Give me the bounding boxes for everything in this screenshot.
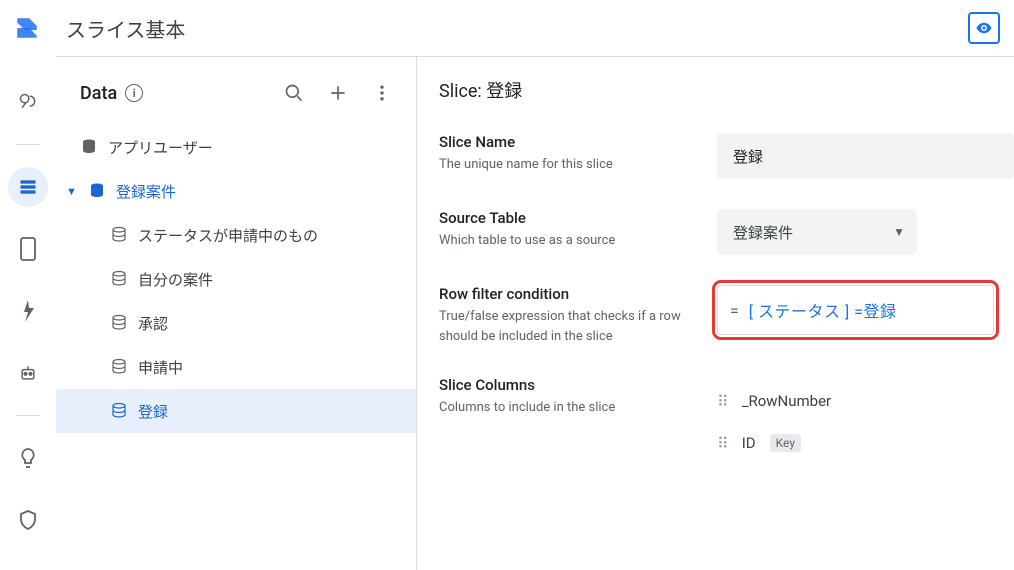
slice-item[interactable]: 承認 <box>56 301 416 345</box>
column-name: ID <box>742 434 756 452</box>
search-icon[interactable] <box>276 75 312 111</box>
caret-down-icon: ▼ <box>66 185 78 198</box>
data-tree: アプリユーザー ▼ 登録案件 ステータスが申請中のもの自分の案件承認申請中登録 <box>56 125 416 433</box>
slice-icon <box>110 358 128 376</box>
slice-icon <box>110 402 128 420</box>
slice-columns-list: ⠿ _RowNumber ⠿ ID Key <box>717 376 1014 464</box>
rail-data-icon[interactable] <box>8 167 48 207</box>
column-item[interactable]: ⠿ _RowNumber <box>717 380 1014 422</box>
appsheet-logo-icon <box>14 15 40 41</box>
source-table-select[interactable]: 登録案件 ▼ <box>717 209 917 255</box>
data-panel: Data i アプリユーザー ▼ <box>56 56 416 570</box>
slice-title: Slice: 登録 <box>439 77 1014 103</box>
row-filter-label: Row filter condition <box>439 285 697 303</box>
source-table-desc: Which table to use as a source <box>439 231 697 251</box>
drag-handle-icon[interactable]: ⠿ <box>717 434 728 453</box>
chevron-down-icon: ▼ <box>893 225 905 239</box>
slice-item[interactable]: 申請中 <box>56 345 416 389</box>
rail-actions-icon[interactable] <box>8 291 48 331</box>
slice-item[interactable]: 登録 <box>56 389 416 433</box>
slice-columns-label: Slice Columns <box>439 376 697 394</box>
table-label: 登録案件 <box>116 181 176 202</box>
main-area: Data i アプリユーザー ▼ <box>0 56 1014 570</box>
table-item-expanded[interactable]: ▼ 登録案件 <box>56 169 416 213</box>
data-panel-title: Data <box>80 83 117 104</box>
slice-label: 登録 <box>138 401 168 422</box>
add-icon[interactable] <box>320 75 356 111</box>
rail-intelligence-icon[interactable] <box>8 438 48 478</box>
slice-label: 承認 <box>138 313 168 334</box>
slice-label: 申請中 <box>138 357 183 378</box>
slice-icon <box>110 314 128 332</box>
slice-label: 自分の案件 <box>138 269 213 290</box>
slice-name-input[interactable]: 登録 <box>717 133 1014 179</box>
more-icon[interactable] <box>364 75 400 111</box>
slice-detail-panel: Slice: 登録 Slice Name The unique name for… <box>416 56 1014 570</box>
slice-item[interactable]: ステータスが申請中のもの <box>56 213 416 257</box>
rail-automation-icon[interactable] <box>8 353 48 393</box>
slice-item[interactable]: 自分の案件 <box>56 257 416 301</box>
source-table-label: Source Table <box>439 209 697 227</box>
row-filter-expression[interactable]: = [ ステータス ] =登録 <box>717 285 994 335</box>
rail-home-icon[interactable] <box>8 82 48 122</box>
info-icon[interactable]: i <box>125 84 143 102</box>
slice-name-desc: The unique name for this slice <box>439 155 697 175</box>
top-header: スライス基本 <box>0 0 1014 56</box>
column-name: _RowNumber <box>742 392 831 410</box>
slice-columns-desc: Columns to include in the slice <box>439 398 697 418</box>
rail-security-icon[interactable] <box>8 500 48 540</box>
key-badge: Key <box>770 434 801 452</box>
database-icon <box>88 182 106 200</box>
database-icon <box>80 138 98 156</box>
table-item[interactable]: アプリユーザー <box>56 125 416 169</box>
equals-icon: = <box>730 301 739 320</box>
slice-icon <box>110 226 128 244</box>
app-title: スライス基本 <box>66 14 185 43</box>
column-item[interactable]: ⠿ ID Key <box>717 422 1014 464</box>
preview-button[interactable] <box>968 12 1000 44</box>
rail-views-icon[interactable] <box>8 229 48 269</box>
row-filter-desc: True/false expression that checks if a r… <box>439 307 697 346</box>
drag-handle-icon[interactable]: ⠿ <box>717 392 728 411</box>
slice-label: ステータスが申請中のもの <box>138 225 318 246</box>
slice-name-label: Slice Name <box>439 133 697 151</box>
table-label: アプリユーザー <box>108 137 213 158</box>
slice-icon <box>110 270 128 288</box>
left-nav-rail <box>0 56 56 570</box>
